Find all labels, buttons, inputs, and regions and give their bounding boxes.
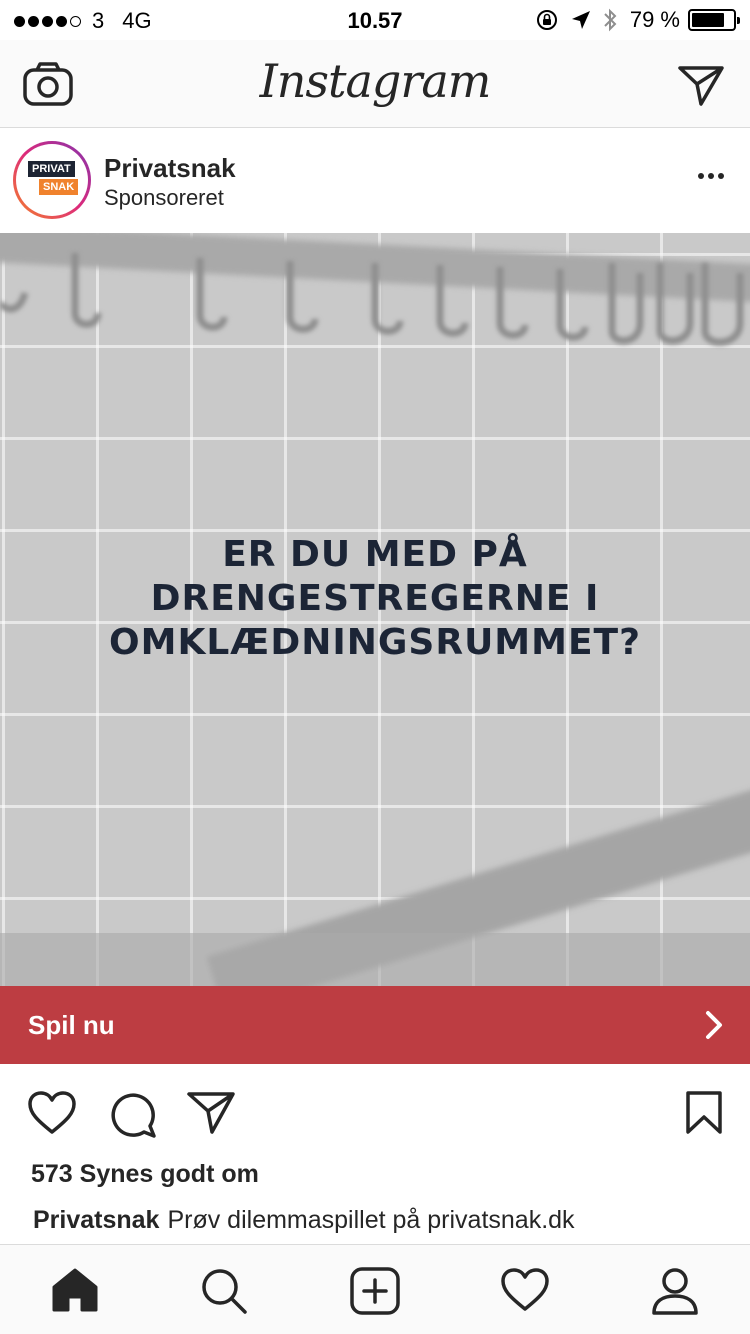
battery-percentage: 79 % <box>629 7 680 32</box>
app-header: Instagram <box>0 40 750 128</box>
bookmark-icon[interactable] <box>684 1090 724 1141</box>
post-actions <box>0 1064 750 1164</box>
caption-text: Prøv dilemmaspillet på privatsnak.dk <box>167 1206 575 1234</box>
avatar-text-snak: SNAK <box>39 179 79 195</box>
orientation-lock-icon <box>536 10 557 30</box>
profile-icon[interactable] <box>651 1267 699 1320</box>
cta-label: Spil nu <box>28 1010 115 1040</box>
likes-count[interactable]: 573 Synes godt om <box>31 1160 259 1189</box>
battery-icon <box>688 9 740 31</box>
avatar[interactable]: PRIVAT SNAK <box>13 141 91 219</box>
location-icon <box>571 11 590 29</box>
share-icon[interactable] <box>186 1090 236 1141</box>
chevron-right-icon <box>706 1011 722 1039</box>
floor <box>0 933 750 986</box>
headline-line: OMKLÆDNINGSRUMMET? <box>109 622 641 663</box>
caption-username[interactable]: Privatsnak <box>33 1206 159 1234</box>
paper-plane-icon[interactable] <box>677 64 725 113</box>
status-bar: 3 4G 10.57 79 % <box>0 0 750 40</box>
caption: Privatsnak Prøv dilemmaspillet på privats… <box>33 1206 575 1235</box>
sponsored-label: Sponsoreret <box>104 185 224 210</box>
tab-bar <box>0 1244 750 1334</box>
headline-line: ER DU MED PÅ <box>222 534 528 575</box>
like-heart-icon[interactable] <box>27 1090 77 1141</box>
coat-hooks <box>0 253 744 346</box>
play-now-button[interactable]: Spil nu <box>0 986 750 1064</box>
home-icon[interactable] <box>50 1267 100 1318</box>
bluetooth-icon <box>604 8 617 32</box>
post-username[interactable]: Privatsnak <box>104 153 236 184</box>
post-headline: ER DU MED PÅ DRENGESTREGERNE I OMKLÆDNINGS… <box>0 533 750 665</box>
post-image[interactable]: ER DU MED PÅ DRENGESTREGERNE I OMKLÆDNINGS… <box>0 233 750 986</box>
comment-icon[interactable] <box>108 1090 158 1143</box>
status-right: 79 % <box>536 7 740 33</box>
heart-icon[interactable] <box>500 1267 550 1318</box>
post-header: PRIVAT SNAK Privatsnak Sponsoreret <box>0 129 750 233</box>
avatar-text-privat: PRIVAT <box>28 161 75 177</box>
instagram-logo: Instagram <box>259 54 492 108</box>
search-icon[interactable] <box>200 1267 248 1320</box>
add-icon[interactable] <box>350 1267 400 1320</box>
more-options-icon[interactable] <box>694 173 724 179</box>
headline-line: DRENGESTREGERNE I <box>150 578 600 619</box>
